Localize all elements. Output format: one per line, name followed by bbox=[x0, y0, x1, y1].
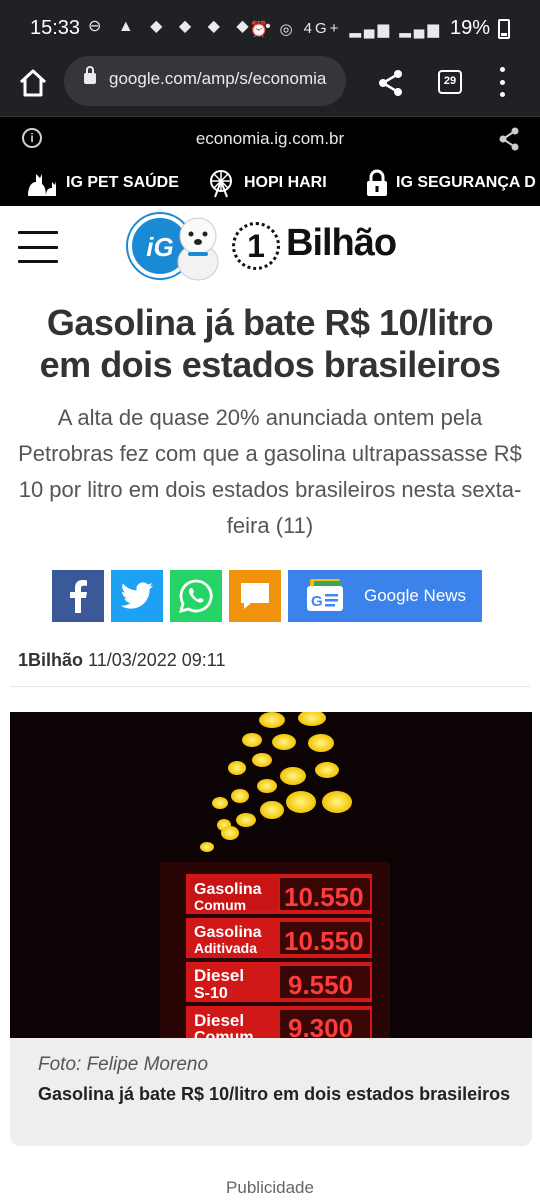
price-label: Diesel bbox=[194, 966, 244, 985]
lock-icon bbox=[84, 66, 96, 84]
home-icon[interactable] bbox=[16, 66, 50, 100]
lock-icon bbox=[367, 169, 387, 196]
google-news-label: Google News bbox=[364, 586, 467, 605]
category-label: IG SEGURANÇA D bbox=[396, 174, 536, 191]
category-item-hopi-hari[interactable]: HOPI HARI bbox=[206, 160, 327, 206]
price-label: Gasolina bbox=[194, 881, 262, 898]
category-label: IG PET SAÚDE bbox=[66, 174, 179, 191]
price-label: Gasolina bbox=[194, 924, 262, 941]
google-news-button[interactable]: G Google News bbox=[288, 570, 482, 622]
article-author[interactable]: 1Bilhão bbox=[18, 650, 83, 670]
price-label: Comum bbox=[194, 897, 246, 913]
signal-icon: ▂▄▆ ▂▄▆ bbox=[349, 20, 442, 38]
amp-header: i economia.ig.com.br bbox=[0, 116, 540, 160]
status-time: 15:33 bbox=[30, 17, 81, 39]
price-label: Comum bbox=[194, 1029, 254, 1038]
browser-toolbar: google.com/amp/s/economia 29 bbox=[0, 54, 540, 116]
category-item-pet-saude[interactable]: IG PET SAÚDE bbox=[24, 160, 179, 206]
price-value: 10.550 bbox=[284, 882, 364, 912]
tab-switcher-button[interactable]: 29 bbox=[438, 70, 462, 94]
facebook-icon bbox=[70, 580, 87, 613]
price-value: 9.300 bbox=[288, 1013, 353, 1038]
price-label: Aditivada bbox=[194, 940, 257, 956]
comment-share-button[interactable] bbox=[229, 570, 281, 622]
status-bar: 15:33 ⊖ ▲ ◆ ◆ ◆ ◆ • ⏰ ◎ 4G+ ▂▄▆ ▂▄▆ 19% bbox=[0, 0, 540, 54]
address-bar[interactable]: google.com/amp/s/economia bbox=[64, 56, 346, 106]
twitter-icon bbox=[120, 582, 153, 609]
price-board: Gasolina Comum 10.550 Gasolina Aditivada… bbox=[186, 874, 372, 1038]
ad-label: Publicidade bbox=[226, 1178, 314, 1197]
share-icon[interactable] bbox=[374, 66, 408, 100]
article-figure: Gasolina Comum 10.550 Gasolina Aditivada… bbox=[10, 712, 532, 1146]
brand-number[interactable]: 1 bbox=[232, 222, 280, 270]
facebook-share-button[interactable] bbox=[52, 570, 104, 622]
status-right: ⏰ ◎ 4G+ ▂▄▆ ▂▄▆ 19% bbox=[250, 17, 510, 40]
whatsapp-icon bbox=[179, 579, 213, 613]
hotspot-icon: ◎ bbox=[279, 20, 296, 38]
article-photo[interactable]: Gasolina Comum 10.550 Gasolina Aditivada… bbox=[10, 712, 532, 1038]
battery-level: 19% bbox=[449, 17, 490, 39]
amp-share-icon[interactable] bbox=[498, 127, 520, 151]
alarm-icon: ⏰ bbox=[249, 20, 272, 38]
twitter-share-button[interactable] bbox=[111, 570, 163, 622]
url-text: google.com/amp/s/economia bbox=[109, 69, 327, 88]
battery-icon bbox=[498, 18, 510, 39]
brand-name[interactable]: Bilhão bbox=[286, 222, 397, 265]
price-label: Diesel bbox=[194, 1011, 244, 1030]
category-nav: IG PET SAÚDE HOPI HARI IG SEGURANÇA D bbox=[0, 160, 540, 206]
hamburger-menu-icon[interactable] bbox=[18, 231, 58, 263]
more-menu-icon[interactable] bbox=[492, 67, 512, 97]
notification-icons: ⊖ ▲ ◆ ◆ ◆ ◆ • bbox=[88, 18, 277, 35]
photo-credit: Foto: Felipe Moreno bbox=[38, 1054, 209, 1075]
network-type: 4G+ bbox=[303, 20, 342, 37]
site-header: iG 1 Bilhão bbox=[0, 206, 540, 290]
price-value: 9.550 bbox=[288, 970, 353, 1000]
google-news-icon: G bbox=[307, 579, 343, 611]
article-byline: 1Bilhão 11/03/2022 09:11 bbox=[18, 650, 226, 671]
amp-domain[interactable]: economia.ig.com.br bbox=[0, 129, 540, 149]
comment-icon bbox=[241, 583, 269, 609]
share-buttons: G Google News bbox=[52, 570, 492, 622]
article-headline: Gasolina já bate R$ 10/litro em dois est… bbox=[39, 302, 501, 385]
whatsapp-share-button[interactable] bbox=[170, 570, 222, 622]
divider bbox=[10, 686, 530, 687]
photo-caption: Gasolina já bate R$ 10/litro em dois est… bbox=[38, 1084, 511, 1104]
article-subheadline: A alta de quase 20% anunciada ontem pela… bbox=[18, 405, 522, 538]
dog-mascot-icon bbox=[177, 217, 219, 281]
pet-icon bbox=[28, 174, 56, 196]
price-label: S-10 bbox=[194, 985, 228, 1002]
ferris-wheel-icon bbox=[210, 170, 232, 198]
category-item-seguranca[interactable]: IG SEGURANÇA D bbox=[366, 160, 536, 206]
category-label: HOPI HARI bbox=[244, 174, 327, 191]
article-date: 11/03/2022 09:11 bbox=[88, 650, 226, 670]
price-value: 10.550 bbox=[284, 926, 364, 956]
svg-text:G: G bbox=[311, 593, 323, 610]
